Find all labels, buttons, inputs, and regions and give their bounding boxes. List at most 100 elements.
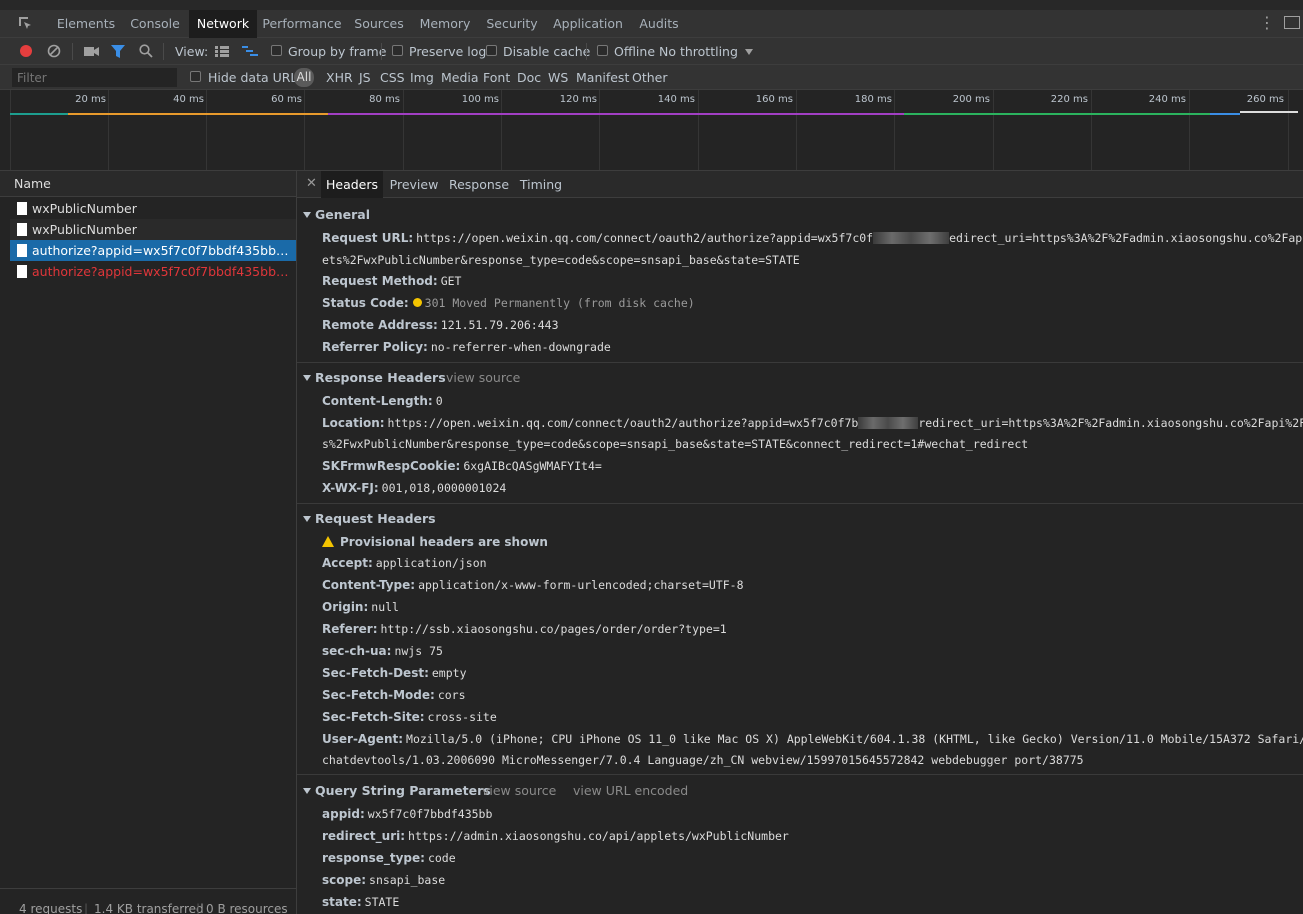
header-row: Content-Length: 0 xyxy=(322,394,443,408)
file-icon xyxy=(17,265,27,278)
overview-tick-label: 100 ms xyxy=(461,94,499,105)
filter-type-img[interactable]: Img xyxy=(410,65,434,90)
waterfall-icon[interactable] xyxy=(242,46,258,57)
header-row: Origin: null xyxy=(322,600,399,614)
tab-memory[interactable]: Memory xyxy=(414,10,476,38)
group-by-frame-label: Group by frame xyxy=(288,44,387,59)
main-tab-bar: Elements Console Network Performance Sou… xyxy=(0,0,1303,38)
overview-gridline xyxy=(1288,90,1289,170)
header-row: Referrer Policy: no-referrer-when-downgra… xyxy=(322,340,611,354)
disable-cache-checkbox[interactable] xyxy=(486,45,497,56)
header-row: Request URL: https://open.weixin.qq.com/c… xyxy=(322,231,1303,245)
response-headers-section-toggle[interactable]: Response Headers xyxy=(303,370,446,385)
tab-preview[interactable]: Preview xyxy=(385,171,443,198)
detail-tab-bar: ✕ Headers Preview Response Timing xyxy=(297,171,1303,198)
overview-gridline xyxy=(993,90,994,170)
tab-headers[interactable]: Headers xyxy=(321,171,383,198)
triangle-down-icon xyxy=(303,212,311,218)
request-list: Name wxPublicNumber wxPublicNumber autho… xyxy=(0,171,297,914)
file-icon xyxy=(17,223,27,236)
tab-elements[interactable]: Elements xyxy=(51,10,121,38)
overview-tick-label: 220 ms xyxy=(1050,94,1088,105)
filter-type-ws[interactable]: WS xyxy=(548,65,568,90)
filter-type-xhr[interactable]: XHR xyxy=(326,65,353,90)
camera-icon[interactable] xyxy=(84,46,100,57)
search-icon[interactable] xyxy=(139,44,153,58)
param-row: scope: snsapi_base xyxy=(322,873,446,887)
overview-tick-label: 60 ms xyxy=(271,94,302,105)
inspect-element-icon[interactable] xyxy=(17,15,33,31)
preserve-log-checkbox[interactable] xyxy=(392,45,403,56)
name-column-header[interactable]: Name xyxy=(0,171,296,197)
preserve-log-label: Preserve log xyxy=(409,44,487,59)
request-row[interactable]: wxPublicNumber xyxy=(10,219,296,240)
group-by-frame-checkbox[interactable] xyxy=(271,45,282,56)
offline-checkbox[interactable] xyxy=(597,45,608,56)
header-row: sec-ch-ua: nwjs 75 xyxy=(322,644,443,658)
resources-size: 0 B resources xyxy=(206,902,288,914)
hide-data-urls-checkbox[interactable] xyxy=(190,71,201,82)
record-icon[interactable] xyxy=(19,44,33,58)
file-icon xyxy=(17,244,27,257)
overview-gridline xyxy=(599,90,600,170)
request-row[interactable]: wxPublicNumber xyxy=(10,198,296,219)
filter-type-font[interactable]: Font xyxy=(483,65,510,90)
param-row: state: STATE xyxy=(322,895,400,909)
overview-bar xyxy=(328,113,904,115)
request-headers-section-toggle[interactable]: Request Headers xyxy=(303,511,436,526)
redacted-region xyxy=(873,232,950,244)
header-row: Referer: http://ssb.xiaosongshu.co/pages/… xyxy=(322,622,727,636)
close-icon[interactable]: ✕ xyxy=(306,176,317,191)
more-options-icon[interactable]: ⋮ xyxy=(1259,15,1275,31)
clear-icon[interactable] xyxy=(47,44,61,58)
view-source-link[interactable]: view source xyxy=(482,783,556,798)
overview-tick-label: 180 ms xyxy=(854,94,892,105)
filter-type-css[interactable]: CSS xyxy=(380,65,405,90)
tab-sources[interactable]: Sources xyxy=(349,10,409,38)
file-icon xyxy=(17,202,27,215)
query-string-section-toggle[interactable]: Query String Parameters xyxy=(303,783,491,798)
header-row: Remote Address: 121.51.79.206:443 xyxy=(322,318,559,332)
param-row: redirect_uri: https://admin.xiaosongshu.c… xyxy=(322,829,789,843)
chevron-down-icon[interactable] xyxy=(745,49,753,55)
tab-timing[interactable]: Timing xyxy=(515,171,567,198)
filter-input[interactable] xyxy=(12,68,177,87)
tab-response[interactable]: Response xyxy=(447,171,511,198)
view-url-encoded-link[interactable]: view URL encoded xyxy=(573,783,688,798)
provisional-warning: Provisional headers are shown xyxy=(322,535,548,549)
tab-application[interactable]: Application xyxy=(548,10,628,38)
throttling-select[interactable]: No throttling xyxy=(659,38,738,65)
tab-security[interactable]: Security xyxy=(481,10,543,38)
filter-type-media[interactable]: Media xyxy=(441,65,479,90)
status-dot-icon xyxy=(412,298,422,307)
view-source-link[interactable]: view source xyxy=(446,370,520,385)
disable-cache-label: Disable cache xyxy=(503,44,591,59)
filter-type-all[interactable]: All xyxy=(294,68,314,87)
filter-type-doc[interactable]: Doc xyxy=(517,65,541,90)
tab-performance[interactable]: Performance xyxy=(259,10,345,38)
window-top-strip xyxy=(0,0,1303,10)
request-row-selected[interactable]: authorize?appid=wx5f7c0f7bbdf435bb&redir… xyxy=(10,240,296,261)
tab-console[interactable]: Console xyxy=(123,10,187,38)
network-overview[interactable]: 20 ms 40 ms 60 ms 80 ms 100 ms 120 ms 14… xyxy=(0,90,1303,171)
request-row-error[interactable]: authorize?appid=wx5f7c0f7bbdf435bb&redir… xyxy=(10,261,296,282)
filter-type-manifest[interactable]: Manifest xyxy=(576,65,629,90)
filter-type-other[interactable]: Other xyxy=(632,65,668,90)
large-rows-icon[interactable] xyxy=(215,46,229,57)
param-row: appid: wx5f7c0f7bbdf435bb xyxy=(322,807,493,821)
header-row: Accept: application/json xyxy=(322,556,487,570)
dock-side-icon[interactable] xyxy=(1284,16,1300,29)
filter-icon[interactable] xyxy=(111,45,125,58)
request-count: 4 requests xyxy=(19,902,83,914)
overview-gridline xyxy=(10,90,11,170)
header-row: Request Method: GET xyxy=(322,274,462,288)
tab-network[interactable]: Network xyxy=(189,10,257,38)
general-section-toggle[interactable]: General xyxy=(303,207,370,222)
section-divider xyxy=(297,362,1303,363)
overview-gridline xyxy=(1189,90,1190,170)
toolbar-separator xyxy=(586,43,587,60)
filter-type-js[interactable]: JS xyxy=(359,65,371,90)
overview-tick-label: 140 ms xyxy=(657,94,695,105)
overview-tick-label: 200 ms xyxy=(952,94,990,105)
tab-audits[interactable]: Audits xyxy=(633,10,685,38)
